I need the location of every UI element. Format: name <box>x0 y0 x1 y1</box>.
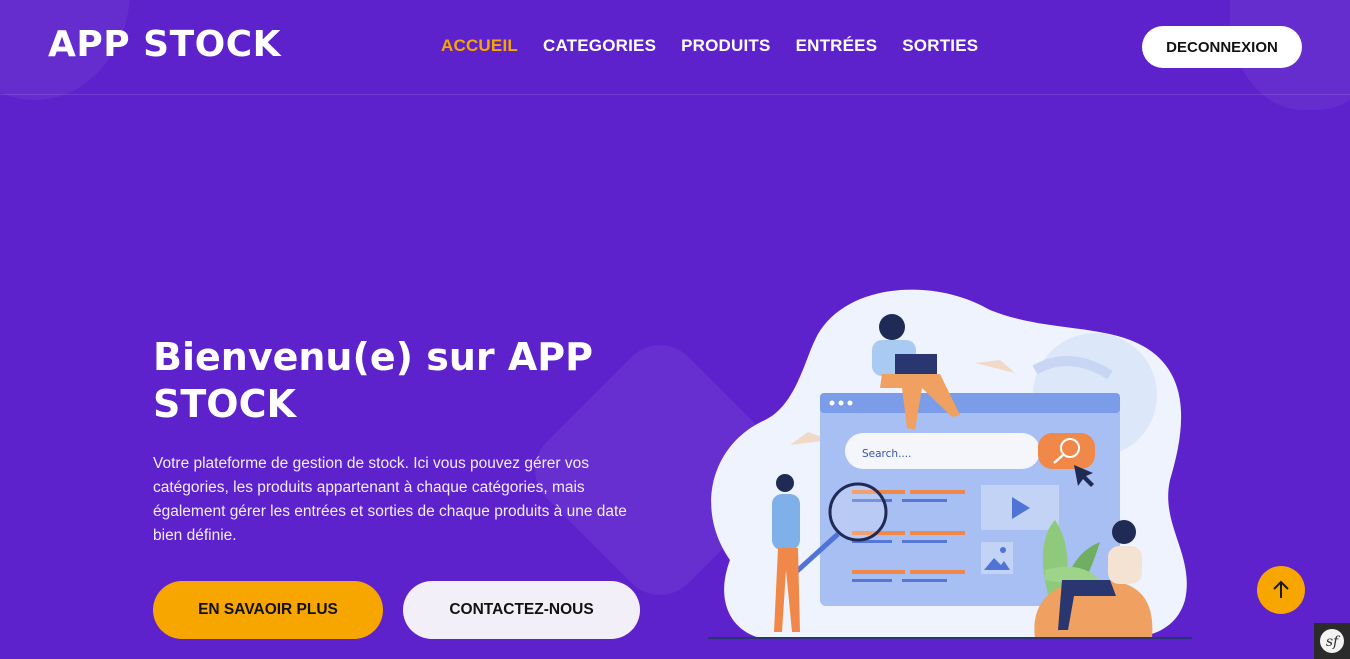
nav-item-produits[interactable]: PRODUITS <box>681 36 770 56</box>
logout-button[interactable]: DECONNEXION <box>1142 26 1302 68</box>
debug-toolbar-toggle[interactable]: sf <box>1314 623 1350 659</box>
nav-item-entrees[interactable]: ENTRÉES <box>796 36 878 56</box>
nav-item-categories[interactable]: CATEGORIES <box>543 36 656 56</box>
site-header: APP STOCK ACCUEIL CATEGORIES PRODUITS EN… <box>0 0 1350 95</box>
hero-illustration: Search.... <box>708 289 1192 639</box>
magnifier-graphic <box>828 482 888 542</box>
illustration-search-text: Search.... <box>862 448 911 460</box>
scroll-top-button[interactable] <box>1257 566 1305 614</box>
hero-description: Votre plateforme de gestion de stock. Ic… <box>153 455 627 544</box>
contact-button[interactable]: CONTACTEZ-NOUS <box>403 581 640 639</box>
nav-item-sorties[interactable]: SORTIES <box>902 36 978 56</box>
symfony-icon: sf <box>1320 629 1344 653</box>
nav-item-accueil[interactable]: ACCUEIL <box>441 36 518 56</box>
learn-more-button[interactable]: EN SAVAOIR PLUS <box>153 581 383 639</box>
arrow-up-icon <box>1273 580 1289 598</box>
main-nav: ACCUEIL CATEGORIES PRODUITS ENTRÉES SORT… <box>441 36 978 56</box>
logo[interactable]: APP STOCK <box>48 24 281 65</box>
hero-title: Bienvenu(e) sur APP STOCK <box>153 335 593 426</box>
